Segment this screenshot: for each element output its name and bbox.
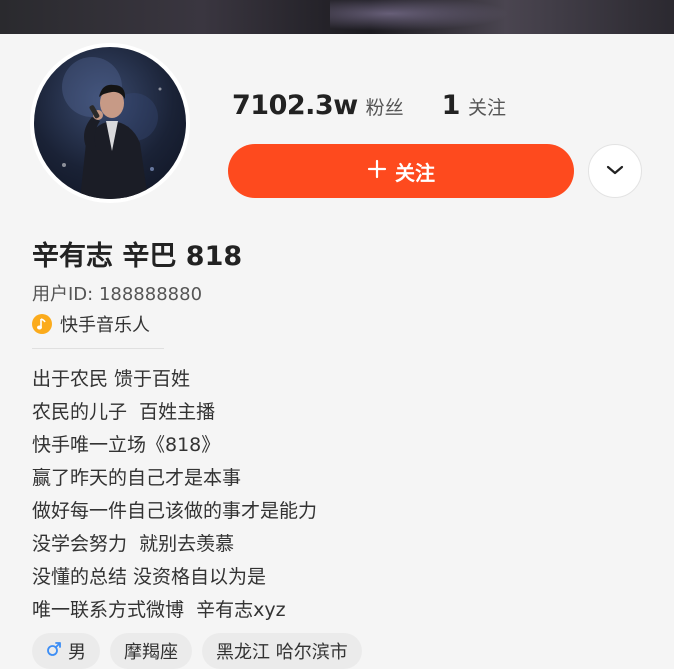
followers-label[interactable]: 粉丝 bbox=[366, 93, 404, 120]
profile-panel: 7102.3w 粉丝 1 关注 关注 辛有志 辛巴 818 用户ID: 1888… bbox=[0, 34, 674, 669]
plus-icon bbox=[367, 158, 387, 184]
followers-count[interactable]: 7102.3w bbox=[232, 90, 358, 121]
avatar-image bbox=[34, 47, 186, 199]
more-options-button[interactable] bbox=[588, 144, 642, 198]
music-note-icon bbox=[32, 314, 52, 334]
profile-tags: 男 摩羯座 黑龙江 哈尔滨市 bbox=[32, 633, 362, 669]
male-icon bbox=[46, 641, 62, 662]
bio-line: 没懂的总结 没资格自以为是 bbox=[32, 566, 267, 588]
profile-name: 辛有志 辛巴 818 bbox=[32, 241, 243, 272]
divider bbox=[32, 348, 164, 349]
bio-line: 赢了昨天的自己才是本事 bbox=[32, 467, 242, 489]
user-id: 用户ID: 188888880 bbox=[32, 284, 203, 305]
follow-button-label: 关注 bbox=[395, 160, 435, 185]
follow-button[interactable]: 关注 bbox=[228, 144, 574, 198]
zodiac-tag: 摩羯座 bbox=[110, 633, 192, 669]
bio-line: 做好每一件自己该做的事才是能力 bbox=[32, 500, 318, 522]
bio-line: 唯一联系方式微博 辛有志xyz bbox=[32, 599, 286, 621]
gender-tag: 男 bbox=[32, 633, 100, 669]
bio-list: 出于农民 馈于百姓 农民的儿子 百姓主播 快手唯一立场《818》 赢了昨天的自己… bbox=[32, 365, 317, 629]
location-label: 黑龙江 哈尔滨市 bbox=[216, 642, 348, 663]
cover-image-detail bbox=[330, 0, 530, 34]
following-count[interactable]: 1 bbox=[442, 90, 461, 121]
stats-row: 7102.3w 粉丝 1 关注 bbox=[232, 90, 506, 121]
badge-label: 快手音乐人 bbox=[60, 315, 150, 336]
location-tag: 黑龙江 哈尔滨市 bbox=[202, 633, 362, 669]
following-label[interactable]: 关注 bbox=[468, 93, 506, 120]
creator-badge[interactable]: 快手音乐人 bbox=[32, 311, 150, 337]
bio-line: 没学会努力 就别去羡慕 bbox=[32, 533, 235, 555]
gender-label: 男 bbox=[68, 642, 86, 663]
bio-line: 出于农民 馈于百姓 bbox=[32, 368, 191, 390]
bio-line: 快手唯一立场《818》 bbox=[32, 434, 221, 456]
chevron-down-icon bbox=[605, 164, 625, 179]
avatar[interactable] bbox=[30, 43, 190, 203]
bio-line: 农民的儿子 百姓主播 bbox=[32, 401, 216, 423]
cover-banner bbox=[0, 0, 674, 34]
zodiac-label: 摩羯座 bbox=[124, 642, 178, 663]
